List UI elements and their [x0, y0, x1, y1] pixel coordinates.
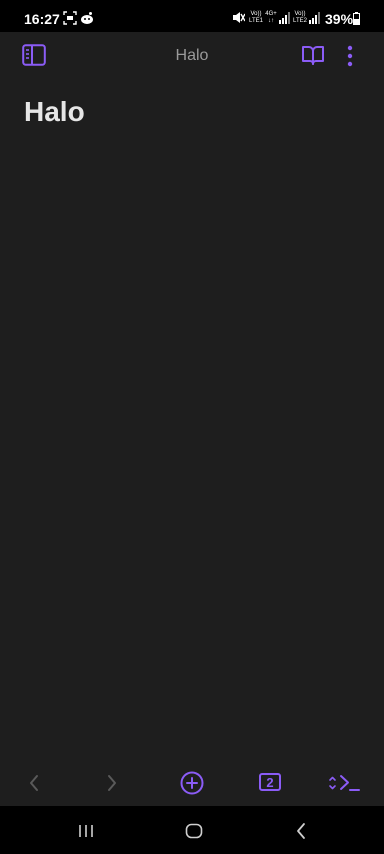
screenshot-icon	[63, 11, 77, 25]
header-title: Halo	[175, 47, 209, 64]
app-notification-icon	[81, 12, 93, 24]
recent-apps-icon[interactable]	[78, 823, 94, 839]
command-palette-icon[interactable]	[327, 773, 361, 793]
note-title[interactable]: Halo	[24, 96, 85, 128]
home-icon[interactable]	[185, 823, 203, 839]
bottom-toolbar: 2	[0, 760, 384, 806]
tab-count-button[interactable]: 2	[259, 773, 281, 791]
status-bar: 16:27 Vo)) LTE1 4G+ ↓↑ Vo)) LTE2 39%	[0, 0, 384, 32]
plus-circle-icon[interactable]	[180, 771, 204, 795]
battery-level: 39%	[325, 11, 354, 27]
network-4g: 4G+ ↓↑	[265, 11, 277, 24]
mute-icon	[233, 12, 245, 23]
network-lte2: Vo)) LTE2	[293, 11, 307, 24]
status-time: 16:27	[24, 11, 60, 27]
network-lte1: Vo)) LTE1	[249, 11, 263, 24]
book-open-icon[interactable]	[301, 44, 325, 66]
more-vertical-icon[interactable]	[345, 45, 355, 67]
app-header: Halo	[0, 32, 384, 80]
chevron-right-icon[interactable]	[106, 774, 118, 792]
battery-icon	[353, 12, 360, 25]
signal-2-icon	[309, 12, 320, 24]
system-nav-bar	[0, 806, 384, 854]
signal-1-icon	[279, 12, 290, 24]
chevron-left-icon[interactable]	[28, 774, 40, 792]
back-icon[interactable]	[295, 822, 307, 840]
